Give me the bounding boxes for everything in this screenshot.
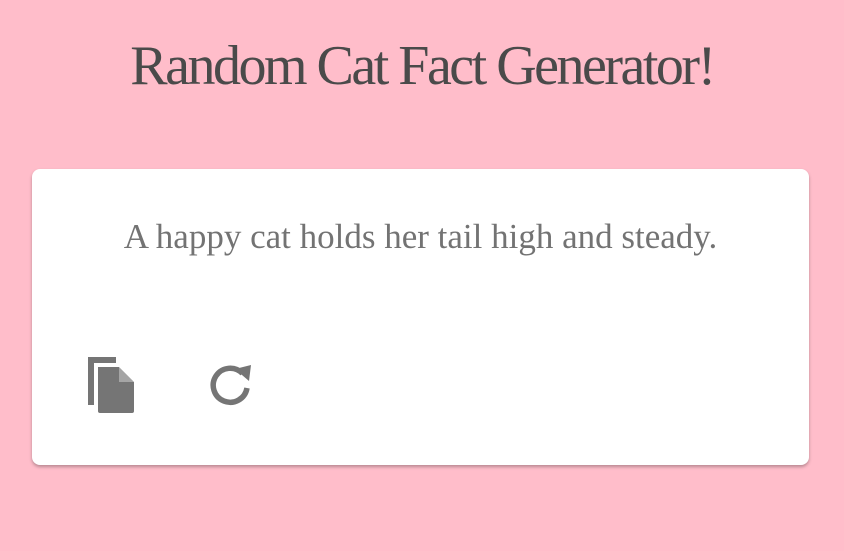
page-title: Random Cat Fact Generator!: [130, 35, 716, 97]
fact-card: A happy cat holds her tail high and stea…: [32, 169, 809, 465]
refresh-icon: [206, 362, 256, 410]
copy-button[interactable]: [84, 355, 138, 415]
copy-icon: [84, 355, 138, 415]
refresh-button[interactable]: [206, 362, 256, 410]
cat-fact-text: A happy cat holds her tail high and stea…: [123, 217, 718, 256]
